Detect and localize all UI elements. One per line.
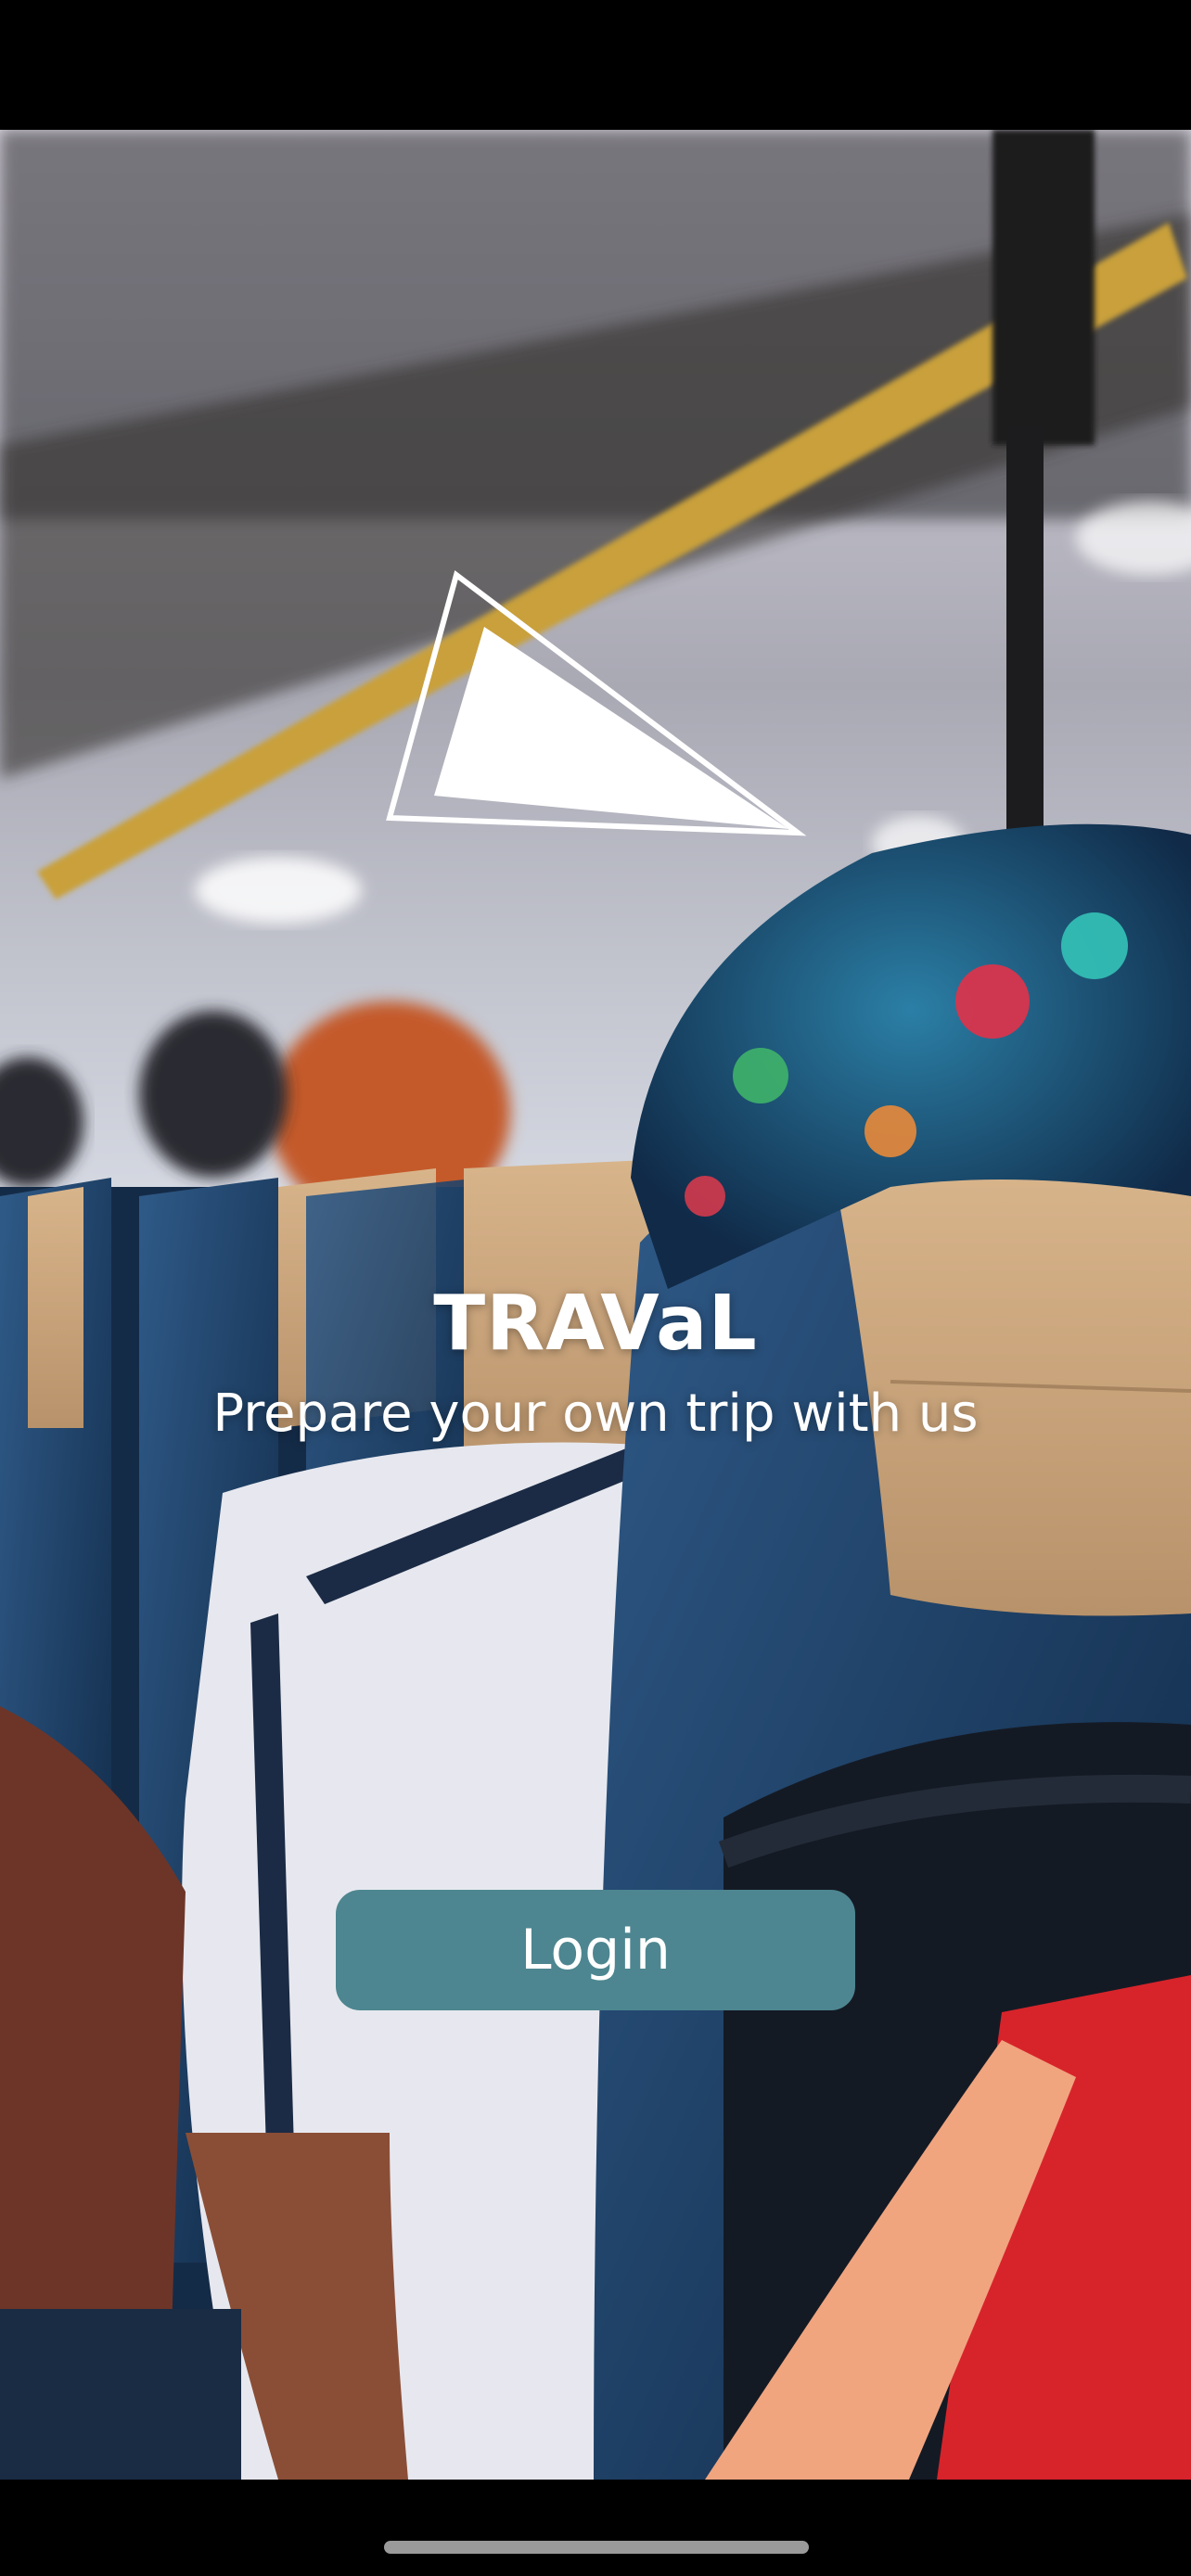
welcome-screen: TRAVaL Prepare your own trip with us Log… xyxy=(0,0,1191,2576)
home-indicator[interactable] xyxy=(384,2541,809,2554)
app-subtitle: Prepare your own trip with us xyxy=(212,1384,979,1444)
paper-plane-triangle-icon xyxy=(380,566,807,844)
status-bar xyxy=(0,0,1191,130)
navigation-bar xyxy=(0,2480,1191,2576)
app-title: TRAVaL xyxy=(433,1280,758,1368)
login-button[interactable]: Login xyxy=(336,1890,855,2010)
